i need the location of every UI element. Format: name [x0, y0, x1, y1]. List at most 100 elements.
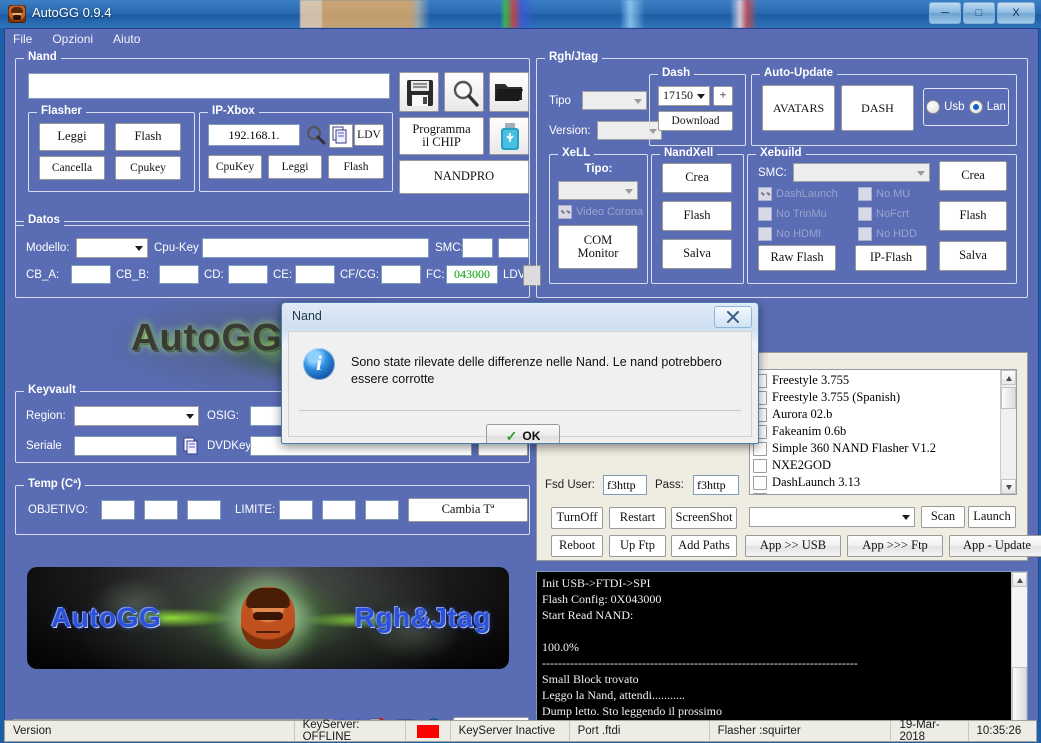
region-select[interactable] [74, 406, 199, 426]
xval-listbox[interactable]: Freestyle 3.755Freestyle 3.755 (Spanish)… [749, 369, 1017, 495]
nand-path-input[interactable] [28, 73, 390, 99]
smc-input-1[interactable] [462, 238, 493, 258]
ce-input[interactable] [295, 265, 335, 284]
list-item-checkbox[interactable] [753, 493, 767, 496]
xebuild-salva-button[interactable]: Salva [939, 241, 1007, 271]
nandxell-salva-button[interactable]: Salva [662, 239, 732, 269]
ipxbox-ip-input[interactable] [208, 124, 300, 146]
restart-button[interactable]: Restart [609, 507, 666, 529]
minimize-button[interactable]: ─ [929, 2, 961, 24]
pass-input[interactable] [693, 475, 739, 495]
fsd-user-input[interactable] [603, 475, 647, 495]
xebuild-raw-flash-button[interactable]: Raw Flash [758, 245, 836, 271]
dash-download-button[interactable]: Download [658, 111, 733, 131]
cfcg-input[interactable] [381, 265, 421, 284]
scroll-thumb[interactable] [1012, 667, 1027, 725]
reboot-button[interactable]: Reboot [551, 535, 603, 557]
cba-input[interactable] [71, 265, 111, 284]
dash-version-select[interactable]: 17150 [658, 86, 710, 106]
fc-input[interactable] [446, 265, 498, 284]
flasher-leggi-button[interactable]: Leggi [39, 123, 105, 151]
ipxbox-copy-button[interactable] [329, 124, 353, 148]
usb-button[interactable] [489, 117, 529, 155]
xval-combo[interactable] [749, 507, 915, 527]
xebuild-opt-dashlaunch[interactable]: DashLaunch [758, 187, 838, 201]
search-nand-button[interactable] [444, 72, 484, 112]
list-item[interactable]: Simple 360 NAND Flasher V1.2 [750, 440, 1016, 457]
programma-chip-button[interactable]: Programma il CHIP [399, 117, 484, 155]
nandxell-crea-button[interactable]: Crea [662, 163, 732, 193]
list-item[interactable]: DashLaunch 3.13 [750, 474, 1016, 491]
xebuild-opt-no-hdd[interactable]: No HDD [858, 227, 917, 241]
xebuild-opt-no-trinmu[interactable]: No TrinMu [758, 207, 827, 221]
launch-button[interactable]: Launch [968, 506, 1016, 528]
limite-input-1[interactable] [279, 500, 313, 520]
xebuild-opt-no-hdmi[interactable]: No HDMI [758, 227, 821, 241]
xebuild-ip-flash-button[interactable]: IP-Flash [855, 245, 927, 271]
seriale-input[interactable] [74, 436, 177, 456]
scroll-thumb[interactable] [1001, 387, 1016, 409]
xebuild-crea-button[interactable]: Crea [939, 161, 1007, 191]
app-update-button[interactable]: App - Update [949, 535, 1041, 557]
scroll-up-arrow-icon[interactable] [1012, 572, 1027, 587]
save-nand-button[interactable] [399, 72, 439, 112]
addpaths-button[interactable]: Add Paths [671, 535, 737, 557]
objetivo-input-2[interactable] [144, 500, 178, 520]
menu-item-opzioni[interactable]: Opzioni [52, 32, 93, 46]
open-folder-button[interactable] [489, 72, 529, 112]
ipxbox-cpukey-button[interactable]: CpuKey [208, 155, 262, 179]
nandpro-button[interactable]: NANDPRO [399, 160, 529, 194]
dash-plus-button[interactable]: + [713, 86, 733, 106]
modello-select[interactable] [76, 238, 148, 258]
screenshot-button[interactable]: ScreenShot [671, 507, 737, 529]
avatars-button[interactable]: AVATARS [762, 85, 835, 131]
dialog-close-button[interactable] [714, 306, 752, 328]
log-console[interactable]: Init USB->FTDI->SPIFlash Config: 0X04300… [536, 571, 1028, 739]
xebuild-opt-no-mu[interactable]: No MU [858, 187, 910, 201]
scroll-up-arrow-icon[interactable] [1001, 370, 1016, 385]
maximize-button[interactable]: □ [963, 2, 995, 24]
seriale-copy-button[interactable] [181, 436, 201, 456]
cbb-input[interactable] [159, 265, 199, 284]
scan-button[interactable]: Scan [921, 506, 965, 528]
xebuild-smc-select[interactable] [793, 163, 930, 182]
xval-list-scrollbar[interactable] [1000, 370, 1016, 494]
scroll-down-arrow-icon[interactable] [1001, 479, 1016, 494]
app-ftp-button[interactable]: App >>> Ftp [847, 535, 943, 557]
xell-tipo-select[interactable] [558, 181, 638, 200]
lan-radio[interactable]: Lan [969, 100, 1006, 114]
objetivo-input-3[interactable] [187, 500, 221, 520]
dialog-ok-button[interactable]: ✓ OK [486, 424, 560, 444]
close-button[interactable]: X [997, 2, 1035, 24]
list-item[interactable]: NXE2GOD [750, 457, 1016, 474]
list-item[interactable]: Freestyle 3.755 [750, 372, 1016, 389]
ipxbox-ldv-button[interactable]: LDV [354, 124, 384, 146]
app-usb-button[interactable]: App >> USB [745, 535, 841, 557]
nandxell-flash-button[interactable]: Flash [662, 201, 732, 231]
limite-input-3[interactable] [365, 500, 399, 520]
video-corona-checkbox[interactable]: Video Corona [558, 205, 643, 219]
ipxbox-search-button[interactable] [304, 124, 328, 146]
rgh-tipo-select[interactable] [582, 91, 647, 110]
list-item[interactable]: Freestyle 3.755 (Spanish) [750, 389, 1016, 406]
list-item-checkbox[interactable] [753, 476, 767, 490]
xebuild-opt-nofcrt[interactable]: NoFcrt [858, 207, 909, 221]
xebuild-flash-button[interactable]: Flash [939, 201, 1007, 231]
list-item[interactable]: Xell Launch [750, 491, 1016, 495]
cd-input[interactable] [228, 265, 268, 284]
cpukey-input[interactable] [202, 238, 429, 258]
flasher-cancella-button[interactable]: Cancella [39, 156, 105, 180]
log-console-scrollbar[interactable] [1011, 572, 1027, 738]
ipxbox-leggi-button[interactable]: Leggi [268, 155, 322, 179]
com-monitor-button[interactable]: COM Monitor [558, 225, 638, 269]
list-item[interactable]: Aurora 02.b [750, 406, 1016, 423]
dash-update-button[interactable]: DASH [841, 85, 914, 131]
menu-item-aiuto[interactable]: Aiuto [113, 32, 140, 46]
ipxbox-flash-button[interactable]: Flash [328, 155, 384, 179]
flasher-cpukey-button[interactable]: Cpukey [115, 156, 181, 180]
list-item[interactable]: Fakeanim 0.6b [750, 423, 1016, 440]
flasher-flash-button[interactable]: Flash [115, 123, 181, 151]
cambia-temp-button[interactable]: Cambia Tª [408, 498, 528, 522]
list-item-checkbox[interactable] [753, 459, 767, 473]
usb-radio[interactable]: Usb [926, 100, 964, 114]
